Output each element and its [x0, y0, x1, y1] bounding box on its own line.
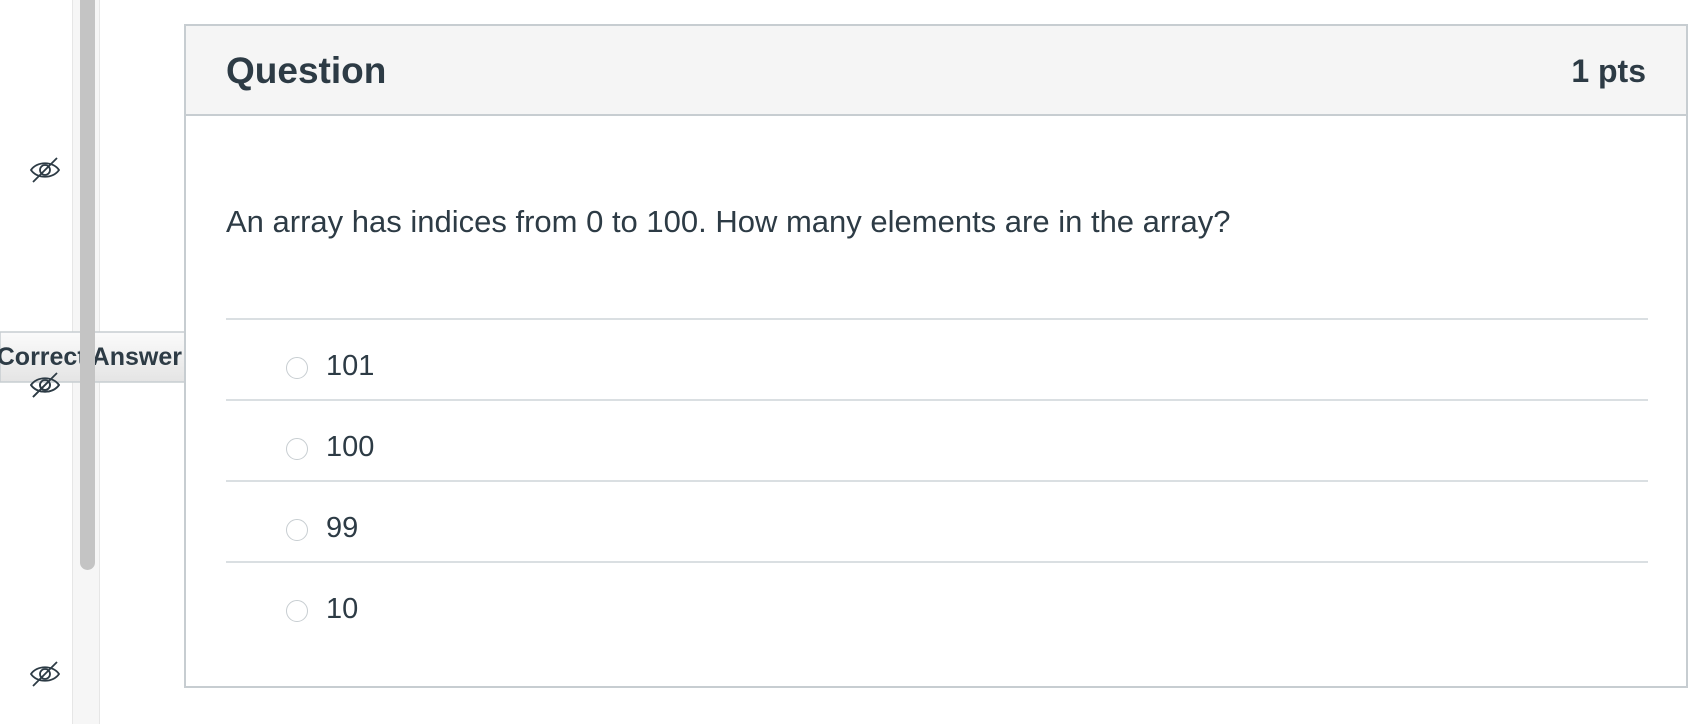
question-title: Question [226, 50, 387, 91]
answer-option[interactable]: 100 [226, 399, 1648, 480]
answer-option[interactable]: 101 [226, 318, 1648, 399]
quiz-page: Correct Answer Question 1 pts An array h… [0, 0, 1704, 724]
scrollbar-overlap [80, 331, 95, 383]
scrollbar-thumb[interactable] [80, 0, 95, 570]
eye-slash-icon[interactable] [28, 370, 62, 400]
question-text: An array has indices from 0 to 100. How … [226, 204, 1231, 239]
answer-option[interactable]: 99 [226, 480, 1648, 561]
answer-label: 100 [326, 431, 375, 463]
answer-label: 99 [326, 512, 359, 544]
eye-slash-icon[interactable] [28, 659, 62, 689]
answer-option[interactable]: 10 [226, 561, 1648, 642]
answer-label: 10 [326, 593, 359, 625]
question-header: Question 1 pts [186, 26, 1686, 116]
question-points: 1 pts [1571, 53, 1646, 89]
eye-slash-icon[interactable] [28, 155, 62, 185]
answer-label: 101 [326, 350, 375, 382]
question-card: Question 1 pts An array has indices from… [184, 24, 1688, 688]
radio-button[interactable] [286, 357, 308, 379]
answer-list: 101 100 99 10 [226, 318, 1648, 642]
radio-button[interactable] [286, 600, 308, 622]
radio-button[interactable] [286, 519, 308, 541]
radio-button[interactable] [286, 438, 308, 460]
